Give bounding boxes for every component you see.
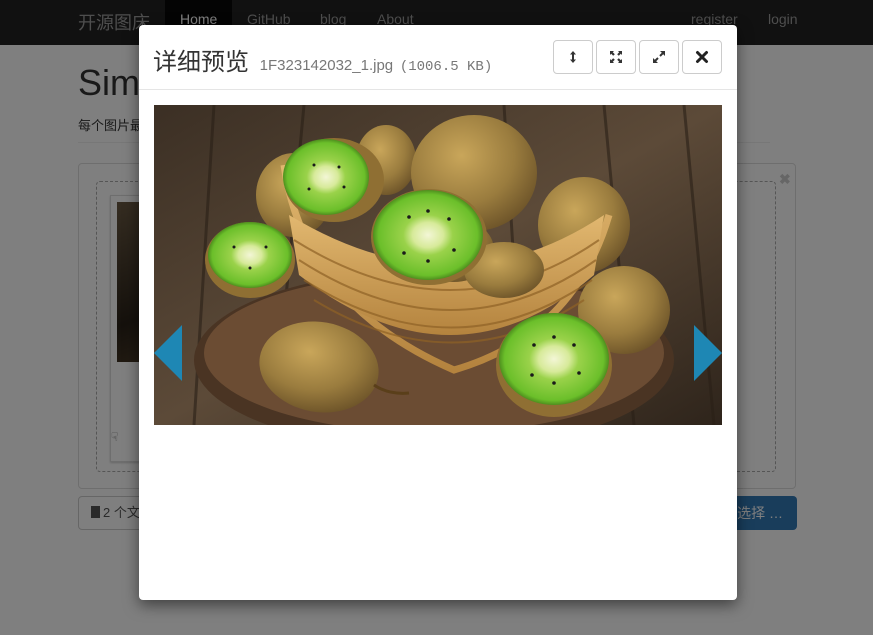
modal-filename: 1F323142032_1.jpg: [259, 57, 394, 74]
enlarge-icon: [653, 51, 665, 63]
fullscreen-button[interactable]: [596, 40, 636, 74]
modal-header: 详细预览 1F323142032_1.jpg (1006.5 KB): [139, 25, 737, 90]
modal-title: 详细预览 1F323142032_1.jpg (1006.5 KB): [153, 42, 492, 77]
enlarge-button[interactable]: [639, 40, 679, 74]
close-icon: [696, 51, 708, 63]
modal-filesize: (1006.5 KB): [399, 59, 493, 75]
close-button[interactable]: [682, 40, 722, 74]
fullscreen-icon: [610, 51, 622, 63]
next-arrow-icon[interactable]: [694, 325, 722, 381]
previous-arrow-icon[interactable]: [154, 325, 182, 381]
preview-image: [154, 105, 722, 425]
preview-modal: 详细预览 1F323142032_1.jpg (1006.5 KB): [139, 25, 737, 600]
toggle-height-icon: [570, 51, 576, 63]
modal-title-text: 详细预览: [153, 49, 249, 76]
toggle-height-button[interactable]: [553, 40, 593, 74]
